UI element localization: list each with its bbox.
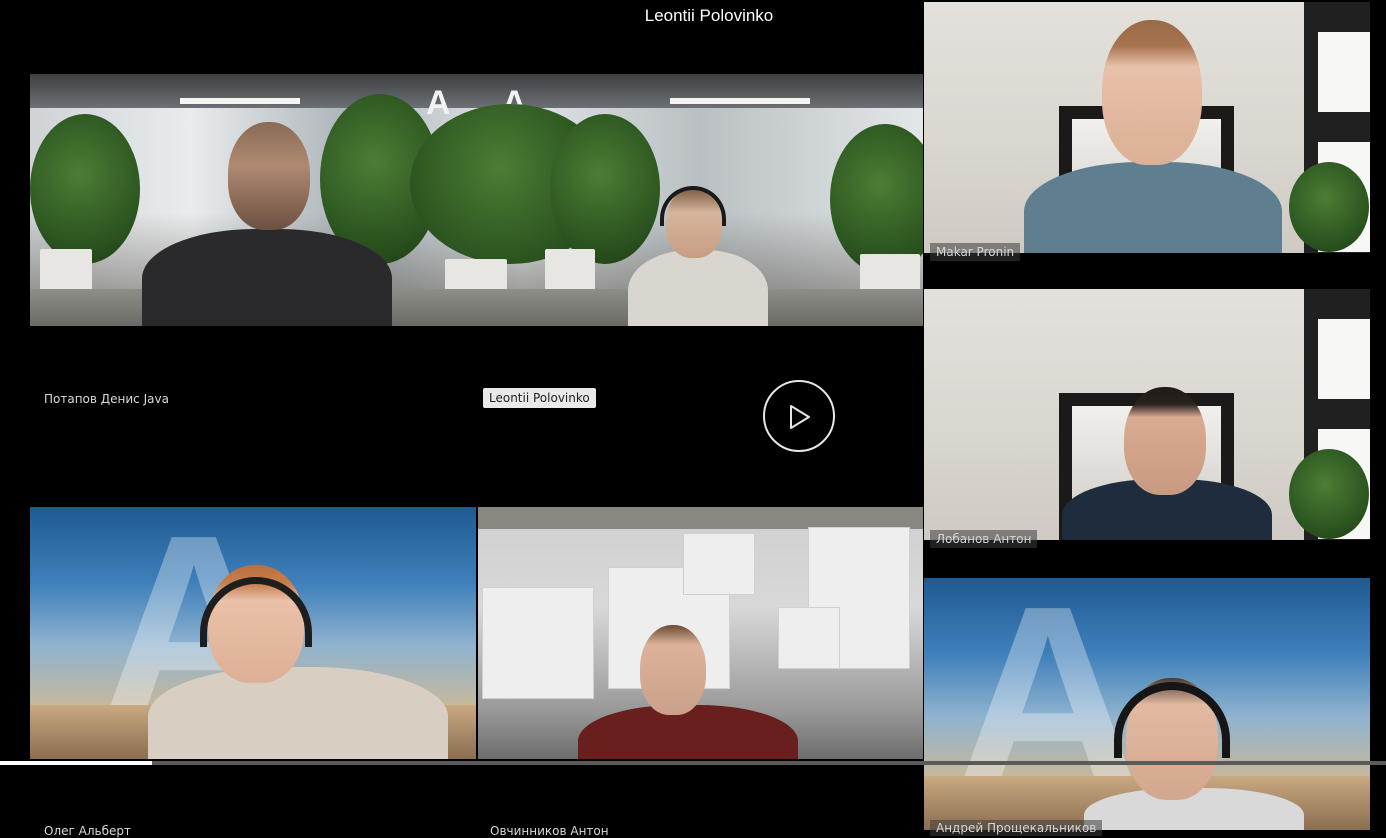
video-tile-andrey[interactable]: A	[924, 578, 1370, 830]
plant	[550, 114, 660, 264]
video-tile-ovchinnikov[interactable]	[478, 507, 923, 759]
participant-name-leontii: Leontii Polovinko	[489, 391, 590, 405]
play-button[interactable]	[763, 380, 835, 452]
participant-name-lobanov: Лобанов Антон	[930, 530, 1038, 548]
wall-panel	[683, 533, 755, 595]
active-speaker-name: Leontii Polovinko	[644, 6, 774, 25]
participant-name-oleg: Олег Альберт	[44, 824, 131, 838]
video-tile-makar[interactable]	[924, 2, 1370, 253]
playback-progress-bar[interactable]	[0, 761, 1386, 765]
participant-name-potapov: Потапов Денис Java	[44, 392, 169, 406]
video-tile-oleg[interactable]: A	[30, 507, 476, 759]
plant	[830, 124, 923, 274]
ceiling-beam	[478, 507, 923, 529]
plant	[1289, 162, 1369, 252]
video-tile-main[interactable]: A A	[30, 74, 923, 326]
play-icon	[790, 405, 810, 429]
plant	[1289, 449, 1369, 539]
window-pane	[1318, 319, 1370, 399]
ceiling-light	[670, 98, 810, 104]
wall-panel	[778, 607, 840, 669]
participant-name-leontii-tag: Leontii Polovinko	[483, 388, 596, 408]
participant-name-andrey: Андрей Прощекальников	[930, 820, 1103, 836]
video-tile-lobanov[interactable]	[924, 289, 1370, 540]
wall-panel	[482, 587, 594, 699]
ceiling-light	[180, 98, 300, 104]
playback-progress-fill	[0, 761, 153, 765]
office-logo: A	[426, 84, 451, 122]
participant-name-ovchinnikov: Овчинников Антон	[490, 824, 609, 838]
window-pane	[1318, 32, 1370, 112]
plant	[30, 114, 140, 264]
participant-name-makar: Makar Pronin	[930, 243, 1021, 261]
